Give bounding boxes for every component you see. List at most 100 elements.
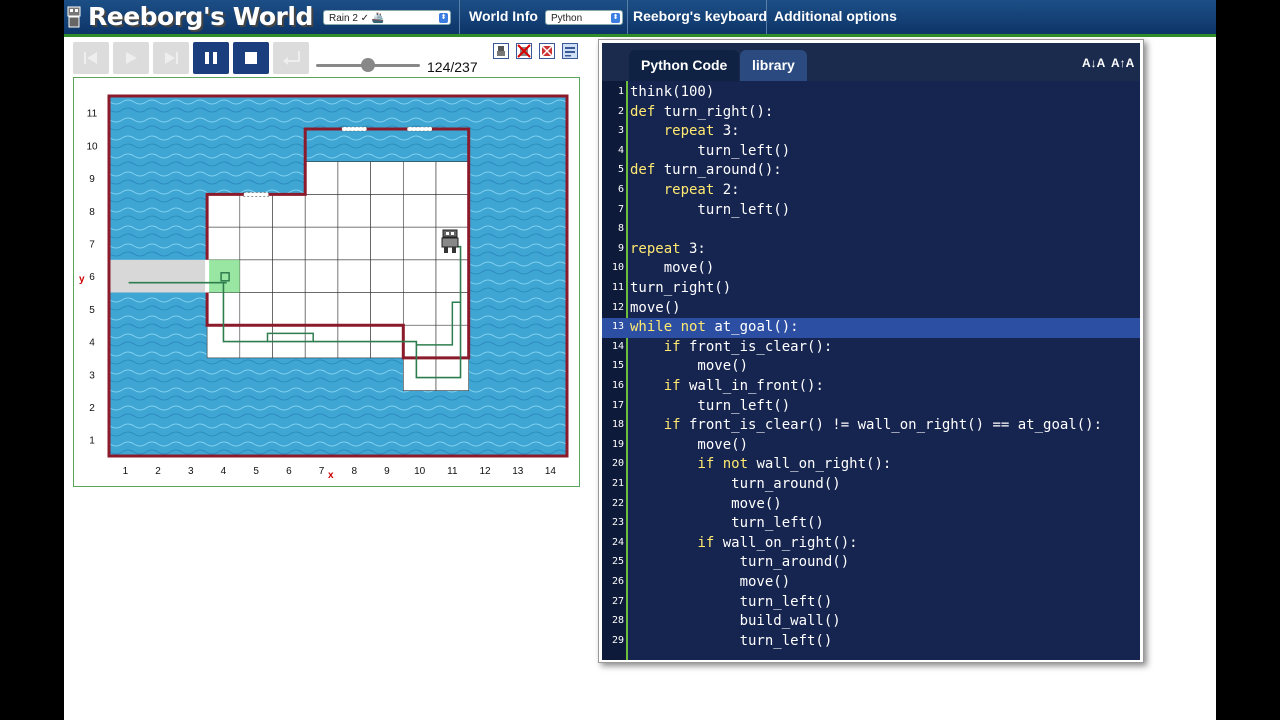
line-number: 15: [611, 360, 624, 372]
code-line[interactable]: 4 turn_left(): [602, 142, 1140, 162]
editor-tab-bar: Python Code library A↓A A↑A: [602, 43, 1140, 81]
y-axis-label: 1: [89, 436, 95, 447]
font-larger-button[interactable]: A↑A: [1111, 56, 1134, 70]
grid-cell: [435, 357, 470, 391]
line-number: 9: [617, 242, 624, 254]
speed-slider-handle[interactable]: [361, 58, 375, 72]
x-axis-label: 2: [155, 466, 161, 477]
grid-cell: [402, 292, 437, 326]
world-select[interactable]: Rain 2 ✓ 🚢 ⬍: [323, 10, 451, 25]
pause-button[interactable]: [193, 42, 229, 74]
clear-world-icon[interactable]: [539, 43, 555, 59]
code-line[interactable]: 1 think(100): [602, 83, 1140, 103]
code-line[interactable]: 25 turn_around(): [602, 553, 1140, 573]
y-axis-labels: 1 2 3 4 5 6 7 8 9 10 11: [86, 109, 98, 447]
x-axis-label: 11: [447, 466, 458, 477]
stop-button[interactable]: [233, 42, 269, 74]
code-text: repeat 3:: [630, 240, 706, 257]
code-line[interactable]: 11 turn_right(): [602, 279, 1140, 299]
additional-options-button[interactable]: Additional options: [774, 8, 897, 24]
wall-marker: [243, 192, 269, 197]
x-axis-label: 4: [221, 466, 227, 477]
wall-marker: [341, 126, 367, 132]
code-line[interactable]: 21 turn_around(): [602, 475, 1140, 495]
code-line[interactable]: 13 while not at_goal():: [602, 318, 1140, 339]
code-line[interactable]: 15 move(): [602, 357, 1140, 377]
code-line[interactable]: 14 if front_is_clear():: [602, 338, 1140, 358]
clear-robot-icon[interactable]: [516, 43, 532, 59]
code-line[interactable]: 29 turn_left(): [602, 632, 1140, 652]
x-axis-labels: 1 2 3 4 5 6 7 8 9 10 11 12 13 14: [123, 466, 557, 477]
tab-python-code[interactable]: Python Code: [629, 50, 740, 81]
code-line[interactable]: 27 turn_left(): [602, 593, 1140, 613]
code-text: move(): [630, 495, 782, 512]
world-info-button[interactable]: World Info: [469, 8, 538, 24]
line-number: 10: [611, 262, 624, 274]
code-text: move(): [630, 574, 791, 590]
code-area[interactable]: 1 think(100) 2 def turn_right(): 3 repeat 3:…: [602, 81, 1140, 660]
code-text: if wall_on_right():: [697, 534, 858, 551]
x-axis-label: 14: [545, 466, 557, 477]
return-arrow-icon: [283, 51, 300, 65]
grid-cell: [337, 259, 371, 293]
menu-divider: [627, 0, 628, 34]
tab-library[interactable]: library: [740, 50, 807, 81]
code-text: turn_left(): [630, 515, 824, 532]
keyboard-button[interactable]: Reeborg's keyboard: [633, 8, 767, 24]
x-axis-label: 13: [512, 466, 524, 477]
stop-icon: [245, 52, 257, 64]
robot-tool-icon[interactable]: [493, 43, 509, 59]
code-line[interactable]: 7 turn_left(): [602, 201, 1140, 221]
code-line[interactable]: 10 move(): [602, 259, 1140, 279]
run-button[interactable]: [113, 42, 149, 74]
code-text: turn_left(): [630, 593, 833, 610]
code-line[interactable]: 23 turn_left(): [602, 514, 1140, 534]
select-arrows-icon: ⬍: [439, 13, 448, 23]
reload-button[interactable]: [73, 42, 109, 74]
code-line[interactable]: 22 move(): [602, 495, 1140, 515]
language-select[interactable]: Python ⬍: [545, 10, 623, 25]
code-line[interactable]: 19 move(): [602, 436, 1140, 456]
x-axis-label: 5: [253, 466, 259, 477]
world-canvas[interactable]: 1234567891011 1 2 3 4 5 6 7 8 9 10 11 12 13 14 y x: [74, 78, 579, 486]
code-text: think(100): [630, 84, 715, 100]
return-button[interactable]: [273, 42, 309, 74]
code-line[interactable]: 2 def turn_right():: [602, 103, 1140, 123]
code-line[interactable]: 3 repeat 3:: [602, 122, 1140, 142]
x-axis-label: 8: [351, 466, 357, 477]
grid-cell: [304, 292, 339, 326]
menu-divider: [766, 0, 767, 34]
code-line[interactable]: 26 move(): [602, 573, 1140, 593]
grid-cell: [272, 259, 306, 293]
grid-cell: [370, 226, 404, 261]
grid-cell: [402, 357, 437, 391]
line-number: 23: [611, 517, 624, 529]
grid-cell: [206, 226, 241, 261]
font-smaller-button[interactable]: A↓A: [1082, 56, 1105, 70]
code-line[interactable]: 18 if front_is_clear() != wall_on_right(…: [602, 416, 1140, 436]
code-line[interactable]: 5 def turn_around():: [602, 161, 1140, 181]
line-number: 28: [611, 615, 624, 627]
step-button[interactable]: [153, 42, 189, 74]
code-text: turn_right(): [630, 280, 732, 296]
x-axis-label: 6: [286, 466, 292, 477]
code-text: def turn_around():: [630, 162, 782, 179]
code-line[interactable]: 24 if wall_on_right():: [602, 534, 1140, 554]
code-line[interactable]: 20 if not wall_on_right():: [602, 455, 1140, 475]
code-text: turn_left(): [630, 632, 833, 649]
code-line[interactable]: 6 repeat 2:: [602, 181, 1140, 201]
step-forward-icon: [165, 52, 178, 64]
code-line[interactable]: 28 build_wall(): [602, 612, 1140, 632]
code-line[interactable]: 12 move(): [602, 299, 1140, 319]
line-number: 3: [617, 125, 624, 137]
grid-cell: [272, 292, 306, 326]
highlight-tool-icon[interactable]: [562, 43, 578, 59]
y-axis-label: 3: [89, 370, 95, 381]
code-line[interactable]: 9 repeat 3:: [602, 240, 1140, 260]
code-line[interactable]: 16 if wall_in_front():: [602, 377, 1140, 397]
code-line[interactable]: 17 turn_left(): [602, 397, 1140, 417]
grid-cell: [239, 259, 273, 293]
x-axis-label: 1: [123, 466, 129, 477]
line-number: 6: [617, 184, 624, 195]
code-line[interactable]: 8: [602, 220, 1140, 240]
